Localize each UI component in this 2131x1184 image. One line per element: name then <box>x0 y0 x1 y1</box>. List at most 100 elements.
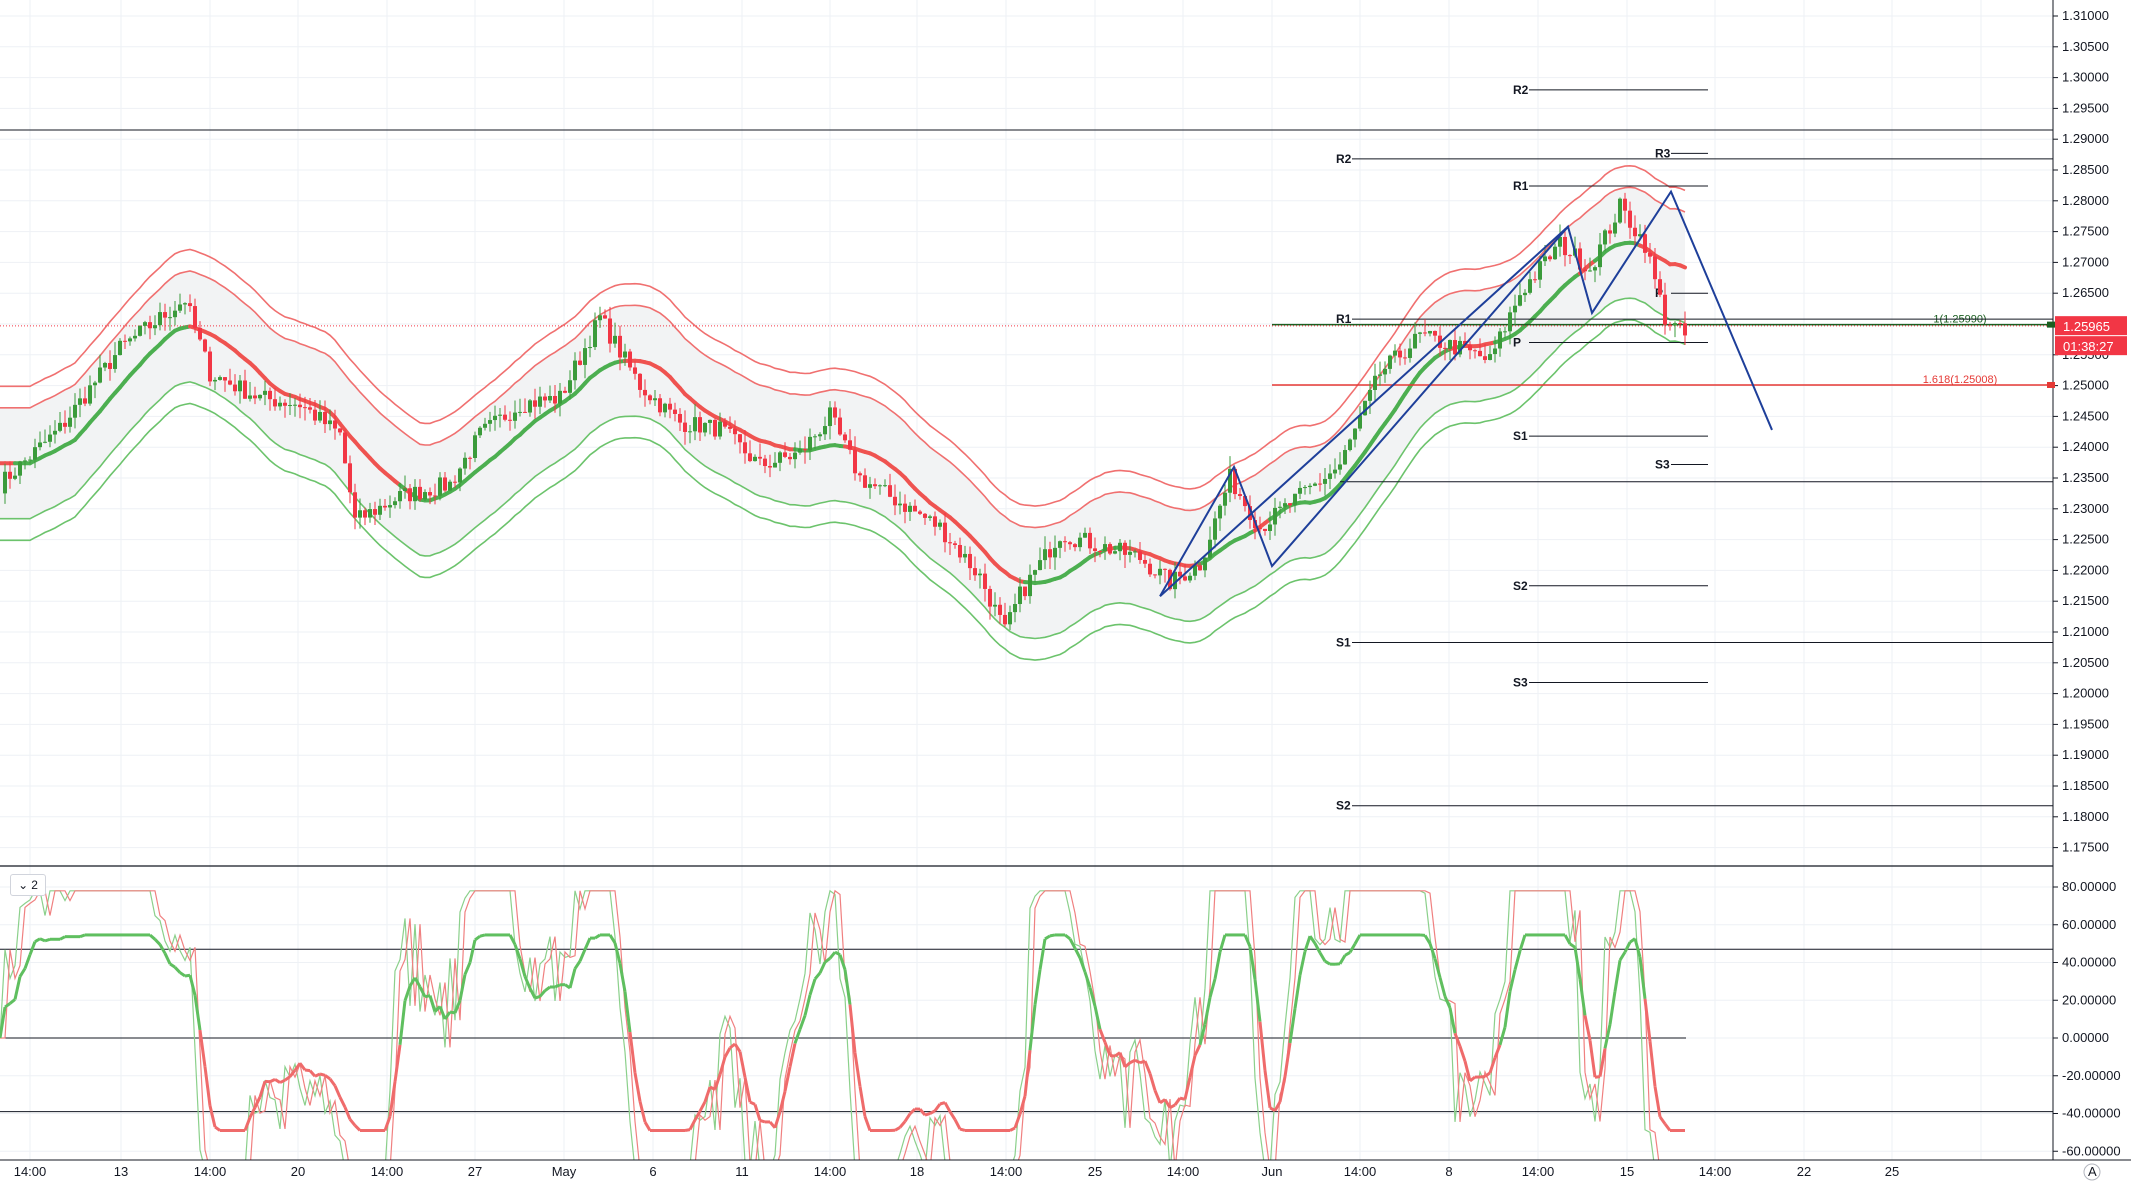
candle-body <box>1263 528 1267 531</box>
candle-body <box>218 377 222 380</box>
candle-body <box>583 348 587 365</box>
candle-body <box>428 492 432 496</box>
candle-body <box>263 390 267 395</box>
osc-main-segment <box>834 950 841 957</box>
osc-main-segment <box>304 1068 311 1073</box>
candle-body <box>1198 565 1202 571</box>
candle-body <box>43 441 47 443</box>
candle-body <box>968 553 972 569</box>
candle-body <box>798 449 802 453</box>
time-tick-label: 8 <box>1445 1164 1452 1179</box>
candle-body <box>763 458 767 467</box>
candle-body <box>658 398 662 413</box>
osc-main-segment <box>169 962 176 969</box>
candle-body <box>1098 550 1102 552</box>
candle-body <box>183 303 187 305</box>
osc-tick-label: 0.00000 <box>2062 1030 2109 1045</box>
candle-body <box>1373 375 1377 391</box>
candle-body <box>1383 368 1387 375</box>
osc-main-segment <box>583 937 592 951</box>
candle-body <box>518 411 522 413</box>
candle-body <box>278 402 282 407</box>
candle-body <box>1033 570 1037 575</box>
candle-body <box>1333 469 1337 474</box>
candle-body <box>1418 332 1422 334</box>
candle-body <box>998 604 1002 615</box>
candle-body <box>138 325 142 336</box>
candle-body <box>608 318 612 344</box>
candle-body <box>1203 557 1207 571</box>
candle-body <box>298 404 302 408</box>
candle-body <box>1523 292 1527 296</box>
candle-body <box>68 417 72 427</box>
candle-body <box>1283 503 1287 507</box>
envelope-bands <box>0 164 1687 661</box>
candle-body <box>1028 574 1032 597</box>
candle-body <box>1048 549 1052 558</box>
candle-body <box>388 505 392 508</box>
candle-body <box>963 553 967 558</box>
osc-main-segment <box>208 1105 217 1128</box>
candle-body <box>1003 614 1007 625</box>
candle-body <box>1063 541 1067 543</box>
osc-main-segment <box>1513 950 1522 971</box>
candle-body <box>863 475 867 488</box>
candle-body <box>418 486 422 500</box>
price-chart[interactable]: 1(1.25990) 1.618(1.25008) R2 R1 S1 S2 R2 R1 P S1… <box>0 0 2131 1184</box>
osc-main-segment <box>1423 934 1432 945</box>
osc-main-segment <box>463 962 472 976</box>
osc-main-segment <box>953 1118 962 1130</box>
osc-main-segment <box>79 933 86 939</box>
price-tick-label: 1.21000 <box>2062 624 2109 639</box>
price-tick-label: 1.21500 <box>2062 593 2109 608</box>
auto-scale-icon: A <box>2088 1164 2097 1179</box>
candle-body <box>1378 374 1382 376</box>
price-tick-label: 1.23500 <box>2062 470 2109 485</box>
time-axis-bg <box>0 1160 2131 1184</box>
candle-body <box>193 306 197 328</box>
candle-body <box>13 475 17 479</box>
candle-body <box>773 462 777 468</box>
candle-body <box>408 488 412 502</box>
candle-body <box>588 347 592 349</box>
osc-main-segment <box>863 1116 872 1131</box>
candle-body <box>1648 252 1652 257</box>
candle-body <box>803 449 807 451</box>
osc-tick-label: -20.00000 <box>2062 1068 2121 1083</box>
candle-body <box>1353 428 1357 440</box>
candle-body <box>173 310 177 318</box>
candle-body <box>783 452 787 457</box>
osc-main-segment <box>903 1112 912 1123</box>
oscillator-collapse-toggle[interactable]: ⌄ 2 <box>10 874 46 896</box>
candle-body <box>403 488 407 492</box>
candle-body <box>188 303 192 307</box>
price-tick-label: 1.19000 <box>2062 747 2109 762</box>
osc-main-segment <box>828 951 837 960</box>
osc-main-segment <box>633 1072 642 1102</box>
candle-body <box>328 420 332 425</box>
candle-body <box>283 402 287 406</box>
candle-body <box>63 422 67 427</box>
candle-body <box>1223 492 1227 506</box>
osc-main-segment <box>1618 951 1627 961</box>
osc-main-segment <box>328 1077 337 1087</box>
candle-body <box>1068 542 1072 545</box>
candle-body <box>198 327 202 340</box>
candle-body <box>478 427 482 436</box>
candle-body <box>628 351 632 368</box>
candle-body <box>978 573 982 576</box>
osc-main-segment <box>698 1101 707 1112</box>
osc-main-segment <box>179 971 186 978</box>
osc-main-segment <box>684 1128 691 1132</box>
candle-body <box>398 491 402 502</box>
price-tick-label: 1.23000 <box>2062 501 2109 516</box>
candle-body <box>1413 333 1417 349</box>
osc-main-segment <box>594 933 601 940</box>
candle-body <box>1453 340 1457 355</box>
osc-main-segment <box>59 935 66 941</box>
candle-body <box>843 434 847 441</box>
candle-body <box>468 457 472 459</box>
osc-main-segment <box>1469 1075 1476 1083</box>
candle-body <box>533 400 537 407</box>
candle-body <box>918 511 922 514</box>
